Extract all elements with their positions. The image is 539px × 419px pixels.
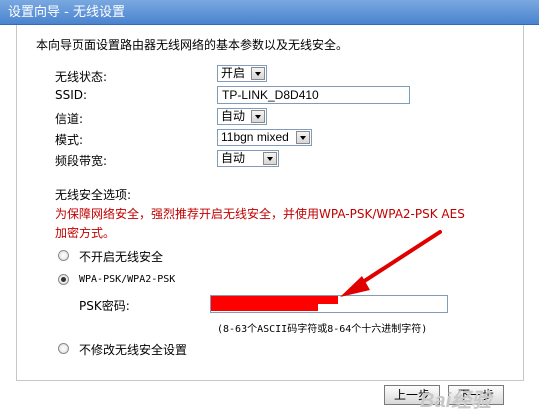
annotation-arrow-icon [340, 230, 442, 297]
